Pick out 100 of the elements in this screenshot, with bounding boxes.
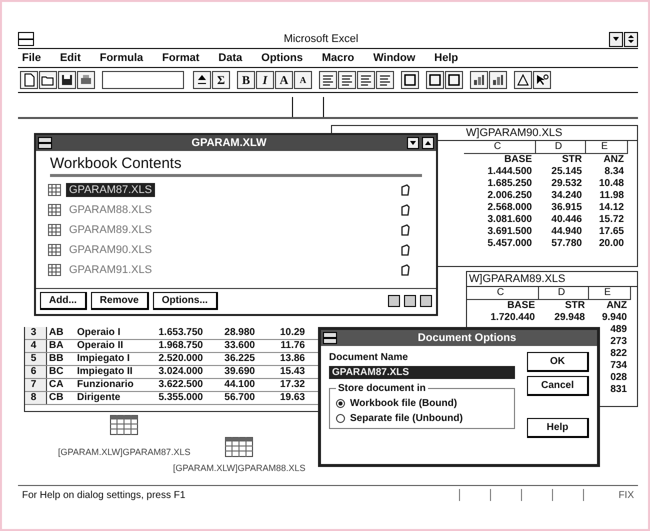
table-cell-text: 36.225 xyxy=(223,353,256,365)
table-cell-text: 489 xyxy=(609,324,628,336)
table-cell-text: 2.568.000 xyxy=(486,202,533,214)
table-cell-text: AB xyxy=(48,327,64,339)
table-cell-text: 10.29 xyxy=(278,327,306,339)
menu-item[interactable]: Formula xyxy=(100,52,144,64)
table-cell-text: CA xyxy=(48,379,64,391)
group-label: Store document in xyxy=(336,383,428,394)
column-header: D xyxy=(539,287,589,300)
spreadsheet-icon[interactable] xyxy=(225,437,254,457)
align-left-icon[interactable] xyxy=(319,71,337,89)
table-cell-text: 1.968.750 xyxy=(158,340,204,352)
table-cell-text: 44.940 xyxy=(550,226,583,238)
table-cell-text: 36.915 xyxy=(550,202,583,214)
dialog-button[interactable]: Help xyxy=(527,418,589,438)
table-cell-text: 734 xyxy=(609,360,628,372)
table-cell-text: ANZ xyxy=(602,154,625,166)
table-cell-text: 15.72 xyxy=(598,214,625,226)
spreadsheet-icon xyxy=(48,264,61,276)
menu-item[interactable]: Options xyxy=(261,52,303,64)
row-header: 3 xyxy=(25,327,47,339)
table-cell-text: Dirigente xyxy=(76,392,122,404)
system-menu-icon[interactable] xyxy=(323,332,337,344)
table-cell-text: BASE xyxy=(506,300,536,312)
minimize-icon[interactable] xyxy=(609,32,623,46)
icon-label: [GPARAM.XLW]GPARAM88.XLS xyxy=(173,463,306,473)
radio-button[interactable] xyxy=(336,399,345,408)
font-down-button[interactable]: A xyxy=(294,71,312,89)
align-right-icon[interactable] xyxy=(357,71,375,89)
table-cell-text: 25.145 xyxy=(550,166,583,178)
table-cell-text: 57.780 xyxy=(550,238,583,250)
column-header: C xyxy=(464,141,536,154)
row-header: 4 xyxy=(25,340,47,352)
table-cell-text: 17.65 xyxy=(598,226,625,238)
style-field[interactable] xyxy=(102,71,184,89)
table-cell-text: 11.76 xyxy=(280,340,306,352)
dialog-button[interactable]: OK xyxy=(527,352,589,372)
align-center-icon[interactable] xyxy=(338,71,356,89)
restore-icon[interactable] xyxy=(624,32,638,46)
table-cell-text: 3.691.500 xyxy=(486,226,533,238)
minimize-icon[interactable] xyxy=(407,137,419,149)
bold-button[interactable]: B xyxy=(237,71,255,89)
maximize-icon[interactable] xyxy=(422,137,434,149)
list-item[interactable]: GPARAM90.XLS xyxy=(66,243,155,257)
input-field[interactable]: GPARAM87.XLS xyxy=(329,366,515,379)
column-header: C xyxy=(467,287,539,300)
open-folder-icon[interactable] xyxy=(39,71,57,89)
dialog-button[interactable]: Options... xyxy=(152,292,218,310)
dialog-button[interactable]: Cancel xyxy=(527,376,589,396)
table-cell-text: 831 xyxy=(609,384,628,396)
table-cell-text: 11.98 xyxy=(598,190,625,202)
column-header: D xyxy=(536,141,586,154)
table-cell-text: 29.948 xyxy=(553,312,586,324)
table-cell-text: Impiegato II xyxy=(76,366,134,378)
spreadsheet-icon[interactable] xyxy=(110,415,138,435)
system-menu-icon[interactable] xyxy=(38,137,52,149)
table-cell-text: 8.34 xyxy=(604,166,625,178)
system-menu-icon[interactable] xyxy=(18,32,34,46)
dialog-button[interactable]: Remove xyxy=(90,292,149,310)
table-cell-text: 34.240 xyxy=(550,190,583,202)
table-cell-text: 33.600 xyxy=(223,340,256,352)
document-icon xyxy=(400,244,410,256)
menu-item[interactable]: Window xyxy=(373,52,416,64)
new-file-icon[interactable] xyxy=(20,71,38,89)
table-cell-text: 14.12 xyxy=(598,202,625,214)
dialog-button[interactable]: Add... xyxy=(40,292,87,310)
table-cell-text: 1.653.750 xyxy=(158,327,204,339)
help-pointer-icon[interactable] xyxy=(533,71,551,89)
autosum-button[interactable]: Σ xyxy=(212,71,230,89)
printer-icon[interactable] xyxy=(77,71,95,89)
document-icon xyxy=(400,184,410,196)
menu-item[interactable]: Macro xyxy=(322,52,354,64)
menu-item[interactable]: Help xyxy=(434,52,458,64)
table-cell-text: CB xyxy=(48,392,64,404)
italic-button[interactable]: I xyxy=(256,71,274,89)
list-item[interactable]: GPARAM88.XLS xyxy=(66,203,155,217)
radio-button[interactable] xyxy=(336,414,345,423)
menu-item[interactable]: Data xyxy=(218,52,242,64)
radio-label: Separate file (Unbound) xyxy=(350,413,463,424)
list-item[interactable]: GPARAM89.XLS xyxy=(66,223,155,237)
radio-label: Workbook file (Bound) xyxy=(350,398,458,409)
border-icon[interactable] xyxy=(426,71,444,89)
list-item[interactable]: GPARAM87.XLS xyxy=(66,183,155,197)
menu-item[interactable]: File xyxy=(22,52,41,64)
table-cell-text: 40.446 xyxy=(550,214,583,226)
box-icon[interactable] xyxy=(445,71,463,89)
menu-item[interactable]: Edit xyxy=(60,52,81,64)
font-up-button[interactable]: A xyxy=(275,71,293,89)
formula-bar[interactable] xyxy=(18,97,638,119)
spreadsheet-icon xyxy=(48,184,61,196)
save-icon[interactable] xyxy=(58,71,76,89)
menu-item[interactable]: Format xyxy=(162,52,200,64)
window-title: GPARAM.XLW xyxy=(190,137,268,149)
table-cell-text: 13.86 xyxy=(278,353,306,365)
center-across-icon[interactable] xyxy=(376,71,394,89)
list-item[interactable]: GPARAM91.XLS xyxy=(66,263,155,277)
table-cell-text: Operaio II xyxy=(76,340,124,352)
table-cell-text: Impiegato I xyxy=(76,353,131,365)
table-cell-text: 273 xyxy=(609,336,628,348)
spreadsheet-icon xyxy=(48,244,61,256)
